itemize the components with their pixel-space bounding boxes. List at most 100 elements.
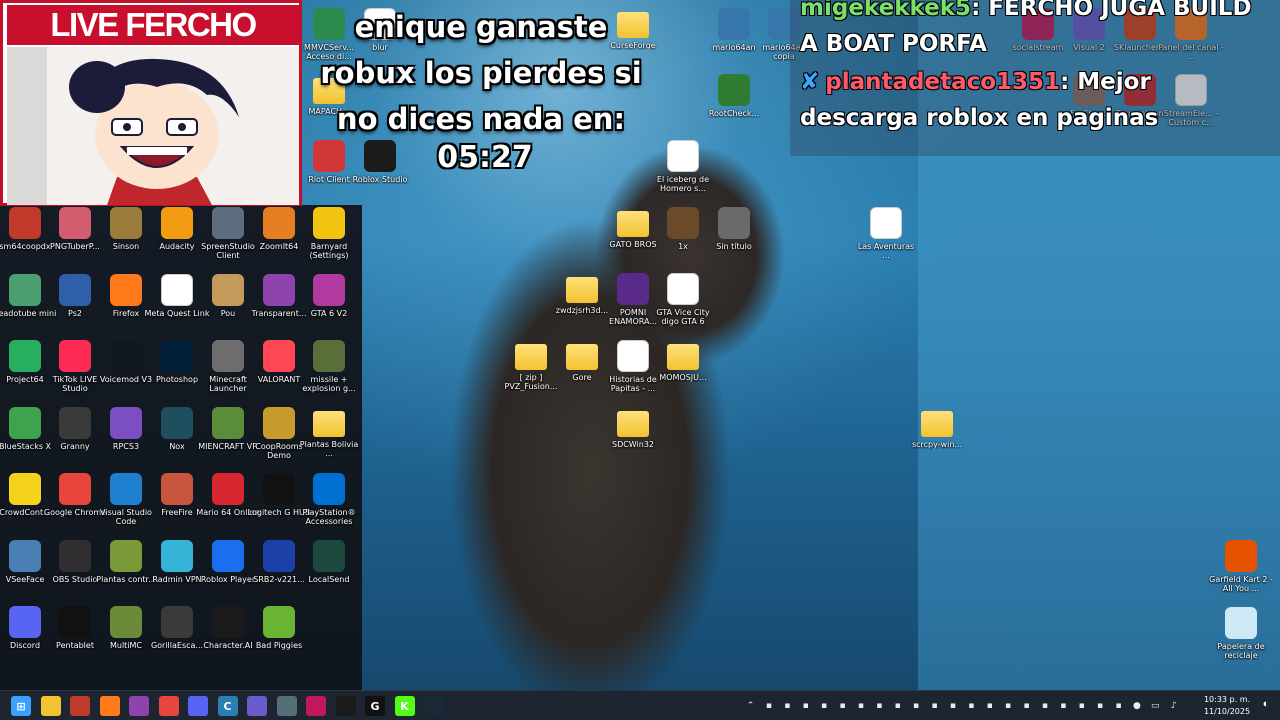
desktop-icon[interactable]: Roblox Studio — [349, 140, 411, 206]
taskbar-character-ai-button[interactable] — [335, 696, 356, 716]
taskbar-firefox-button[interactable] — [99, 696, 120, 716]
desktop-icon[interactable]: Papelera de reciclaje — [1210, 607, 1272, 673]
chrome-icon — [59, 473, 91, 505]
tray-app-icon[interactable]: ▪ — [928, 699, 941, 712]
granny-icon — [59, 406, 91, 439]
desktop-icon-label: El iceberg de Homero s... — [656, 175, 710, 193]
donation-message: enique ganaste robux los pierdes si no d… — [320, 10, 642, 136]
desktop-icon[interactable]: El iceberg de Homero s... — [652, 140, 714, 206]
desktop-icon[interactable]: RootCheck... — [703, 74, 765, 140]
valorant-icon — [263, 340, 295, 372]
desktop-icon[interactable]: Sin título — [703, 207, 765, 273]
python-icon — [718, 8, 750, 40]
chevron-up-icon[interactable]: ⌃ — [744, 699, 757, 712]
clock-date: 11/10/2025 — [1203, 707, 1251, 716]
desktop-icon-label: GTA 6 V2 — [310, 308, 348, 318]
taskbar-kick-button[interactable]: K — [394, 696, 415, 716]
taskbar-app-10-button[interactable] — [276, 696, 297, 716]
taskbar-app-8-button[interactable]: C — [217, 696, 238, 716]
rpcs3-icon — [110, 406, 142, 439]
chat-message: ✘ plantadetaco1351: Mejor descarga roblox… — [800, 64, 1270, 136]
tray-app-icon[interactable]: ▪ — [836, 699, 849, 712]
notification-bell-icon[interactable]: ◐ — [1258, 698, 1274, 714]
desktop-icon-label: Papelera de reciclaje — [1217, 642, 1265, 660]
roblox-studio-icon — [364, 140, 396, 172]
ps2-icon — [59, 273, 91, 306]
tray-app-icon[interactable]: ▪ — [799, 699, 812, 712]
desktop-icon-label: missile + explosion g... — [302, 375, 356, 393]
desktop-icon-label: Plantas Bolivia ... — [299, 439, 359, 458]
tray-discord-icon[interactable]: ▪ — [781, 699, 794, 712]
project64-icon — [9, 340, 41, 372]
taskbar-start-button[interactable]: ⊞ — [11, 696, 31, 716]
desktop-icon[interactable]: missile + explosion g... — [298, 340, 360, 406]
taskbar-steam-button[interactable] — [424, 696, 444, 716]
recycle-bin-icon — [1225, 607, 1257, 639]
taskbar-app-11-button[interactable] — [306, 696, 326, 716]
gorilla-icon — [161, 606, 193, 638]
tray-app-icon[interactable]: ▪ — [1057, 699, 1070, 712]
meta-icon — [161, 273, 193, 306]
tray-app-icon[interactable]: ▪ — [946, 699, 959, 712]
taskbar-chrome-button[interactable] — [158, 696, 179, 716]
desktop-icon[interactable]: MOMOSJU... — [652, 340, 714, 406]
tray-volume-icon[interactable]: ♪ — [1167, 699, 1180, 712]
folder-icon — [667, 344, 699, 370]
vscode-icon — [110, 473, 142, 505]
desktop-icon[interactable]: Garfield Kart 2 - All You ... — [1209, 540, 1273, 606]
desktop-icon[interactable]: Bad Piggies — [248, 606, 310, 672]
transparent-icon — [263, 273, 295, 306]
desktop-icon[interactable]: scrcpy-win... — [906, 407, 968, 473]
taskbar-app-5-button[interactable] — [129, 696, 149, 716]
tray-app-icon[interactable]: ▪ — [983, 699, 996, 712]
tray-app-icon[interactable]: ▪ — [1002, 699, 1015, 712]
tray-app-icon[interactable]: ▪ — [891, 699, 904, 712]
file-icon — [870, 207, 902, 239]
tray-app-icon[interactable]: ▪ — [1020, 699, 1033, 712]
tray-app-icon[interactable]: ▪ — [1112, 699, 1125, 712]
bluestacks-icon — [9, 406, 41, 439]
desktop-icon[interactable]: LocalSend — [298, 539, 360, 606]
tray-app-icon[interactable]: ▪ — [1094, 699, 1107, 712]
logitech-icon: G — [370, 699, 380, 713]
tray-app-icon[interactable]: ▪ — [1038, 699, 1051, 712]
crowdcontrol-icon — [9, 473, 41, 505]
desktop-icon[interactable]: Barnyard (Settings) — [298, 207, 360, 273]
tray-app-icon[interactable]: ▪ — [854, 699, 867, 712]
desktop-icon-label: scrcpy-win... — [911, 440, 963, 449]
tray-network-icon[interactable]: ▭ — [1149, 699, 1162, 712]
taskbar-file-explorer-button[interactable] — [40, 696, 61, 716]
desktop-icon[interactable]: GTA 6 V2 — [298, 273, 360, 340]
desktop-icon[interactable]: Las Aventuras ... — [855, 207, 917, 273]
avatar-drawing — [7, 47, 299, 205]
discord-icon — [9, 606, 41, 638]
missile-icon — [313, 340, 345, 372]
webcam-overlay: LIVE FERCHO REACTION — [0, 0, 302, 206]
taskbar-app-3-button[interactable] — [70, 696, 90, 716]
desktop-icon[interactable]: SDCWin32 — [602, 407, 664, 473]
taskbar-clock[interactable]: 10:33 p. m. 11/10/2025 — [1200, 694, 1254, 718]
taskbar-logitech-button[interactable]: G — [365, 696, 385, 716]
plantas-icon — [110, 539, 142, 572]
tray-app-icon[interactable]: ▪ — [1075, 699, 1088, 712]
roblox-icon — [212, 539, 244, 572]
desktop-icon[interactable]: GTA Vice City digo GTA 6 — [652, 273, 714, 339]
desktop-icon-label: GTA Vice City digo GTA 6 — [656, 308, 710, 326]
taskbar-discord-button[interactable] — [188, 696, 208, 716]
webcam-title: LIVE FERCHO REACTION — [7, 5, 299, 83]
desktop-icon[interactable]: PlayStation® Accessories — [298, 473, 360, 539]
desktop-icon-label: Sin título — [716, 242, 752, 251]
taskbar-app-9-button[interactable] — [247, 696, 267, 716]
tray-app-icon[interactable]: ▪ — [762, 699, 775, 712]
desktop-icon-label: LocalSend — [308, 574, 350, 584]
tray-app-icon[interactable]: ▪ — [910, 699, 923, 712]
radmin-icon — [161, 539, 193, 572]
desktop-icon[interactable]: Plantas Bolivia ... — [298, 407, 360, 473]
folder-icon — [921, 411, 953, 437]
tray-microphone-icon[interactable]: ● — [1130, 699, 1143, 712]
tray-app-icon[interactable]: ▪ — [965, 699, 978, 712]
folder-icon — [515, 344, 547, 370]
tray-app-icon[interactable]: ▪ — [818, 699, 831, 712]
tray-app-icon[interactable]: ▪ — [873, 699, 886, 712]
obs-icon — [59, 539, 91, 572]
